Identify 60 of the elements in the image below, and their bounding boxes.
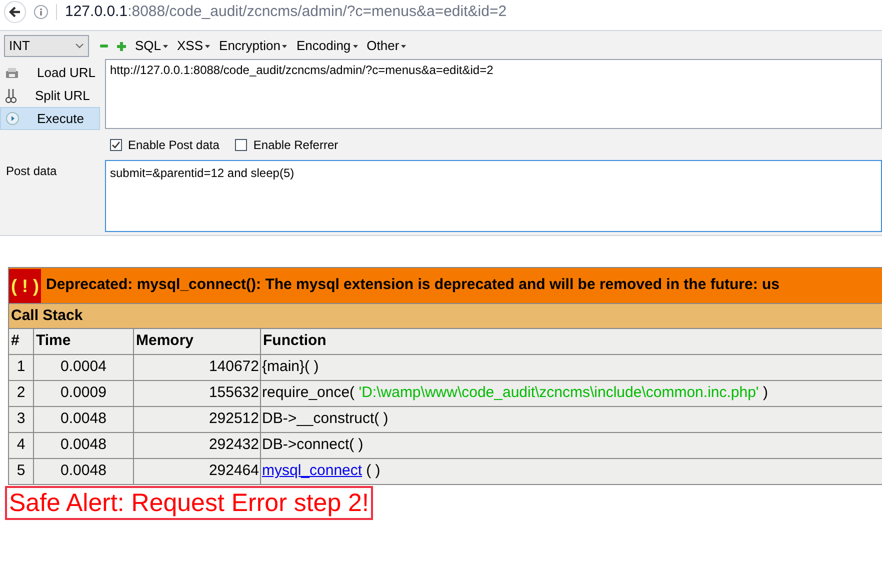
table-cell: 155632 [208, 384, 259, 402]
dropdown-arrow-icon [163, 44, 168, 48]
checkbox-label[interactable]: Enable Post data [128, 136, 220, 154]
dropdown-arrow-icon [352, 44, 358, 48]
chevron-down-icon [75, 43, 84, 49]
table-cell: ( ) [366, 462, 380, 480]
table-cell: 3 [16, 410, 26, 428]
table-cell: 0.0048 [60, 436, 106, 454]
table-cell: DB->connect( ) [262, 436, 364, 454]
table-cell: 5 [16, 462, 26, 480]
minus-icon[interactable] [100, 42, 108, 50]
toolbar-menu[interactable]: SQL [135, 36, 168, 56]
table-cell: 1 [16, 358, 26, 376]
info-icon[interactable] [34, 5, 48, 19]
dropdown-arrow-icon [282, 44, 288, 48]
table-cell: 140672 [208, 358, 259, 376]
side-action-button[interactable]: Split URL [0, 84, 100, 107]
checkbox[interactable] [235, 139, 248, 151]
table-cell: 4 [16, 436, 26, 454]
plus-icon[interactable] [117, 42, 126, 50]
column-header: Function [263, 332, 326, 350]
table-cell: DB->__construct( ) [262, 410, 388, 428]
post-data-label: Post data [5, 163, 58, 180]
printer-icon [5, 66, 19, 80]
dropdown-arrow-icon [205, 44, 210, 48]
type-dropdown[interactable]: INT [4, 35, 89, 57]
table-cell: {main}( ) [262, 358, 319, 376]
table-cell: 292512 [208, 410, 259, 428]
table-cell: 0.0048 [60, 410, 106, 428]
back-button[interactable] [4, 1, 26, 23]
toolbar-menu[interactable]: Other [366, 36, 406, 56]
url-field[interactable]: http://127.0.0.1:8088/code_audit/zcncms/admin/?c=menus&a=edit&id=2 [105, 59, 882, 129]
toolbar-menu[interactable]: Encoding [296, 36, 358, 56]
column-header: Memory [136, 332, 194, 350]
table-cell: 0.0009 [60, 384, 106, 402]
table-cell: 0.0004 [60, 358, 106, 376]
table-cell: 0.0048 [60, 462, 106, 480]
scissors-icon [5, 88, 17, 104]
function-link[interactable]: mysql_connect [262, 462, 362, 480]
dropdown-arrow-icon [401, 44, 406, 48]
checkbox-label[interactable]: Enable Referrer [253, 136, 338, 154]
side-action-button[interactable]: Execute [0, 107, 100, 130]
toolbar-menu[interactable]: Encryption [219, 36, 288, 56]
post-data-field[interactable]: submit=&parentid=12 and sleep(5) [105, 160, 882, 232]
column-header: Time [36, 332, 71, 350]
play-icon [6, 112, 19, 125]
warning-badge: ( ! ) [9, 268, 41, 302]
table-cell: 2 [16, 384, 26, 402]
checkbox[interactable] [110, 139, 122, 151]
table-cell: 292464 [208, 462, 259, 480]
address-bar-url[interactable]: 127.0.0.1:8088/code_audit/zcncms/admin/?c=menus&a=edit&id=2 [65, 0, 507, 24]
column-header: # [11, 332, 20, 350]
back-arrow-icon [8, 5, 22, 19]
side-action-button[interactable]: Load URL [0, 61, 100, 84]
toolbar-menu[interactable]: XSS [177, 36, 210, 56]
table-cell: 292432 [208, 436, 259, 454]
table-cell: require_once( 'D:\wamp\www\code_audit\zcncms\include\common.inc.php' ) [262, 384, 768, 402]
section-heading: Call Stack [11, 306, 83, 324]
alert-message: Safe Alert: Request Error step 2! [5, 486, 373, 520]
error-message: Deprecated: mysql_connect(): The mysql extension is deprecated and will be removed in the future: us [46, 275, 780, 296]
